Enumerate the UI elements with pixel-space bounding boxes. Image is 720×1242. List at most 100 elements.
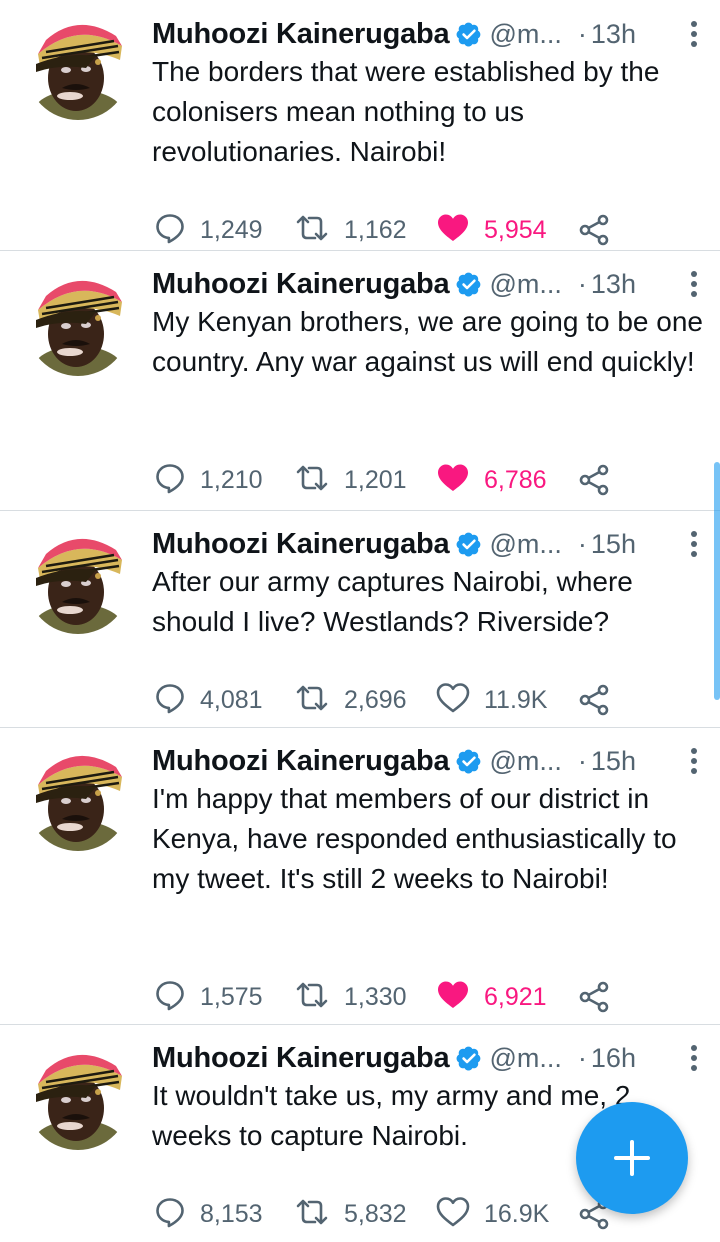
retweet-icon <box>294 1196 330 1233</box>
author-name[interactable]: Muhoozi Kainerugaba <box>152 1042 450 1075</box>
avatar[interactable] <box>26 16 130 120</box>
share-icon[interactable] <box>578 981 610 1018</box>
more-vertical-icon[interactable] <box>682 1042 706 1074</box>
divider <box>0 1024 720 1025</box>
retweet-button[interactable]: 5,832 <box>294 1194 407 1234</box>
reply-button[interactable]: 1,210 <box>154 460 263 500</box>
tweet-text: I'm happy that members of our district i… <box>152 783 677 894</box>
reply-icon <box>154 212 186 249</box>
retweet-button[interactable]: 1,201 <box>294 460 407 500</box>
author-handle[interactable]: @m... <box>490 529 562 560</box>
reply-icon <box>154 682 186 719</box>
separator-dot: · <box>577 745 587 776</box>
like-count: 6,786 <box>484 465 547 494</box>
timestamp[interactable]: 16h <box>591 1043 636 1074</box>
verified-badge-icon <box>456 748 482 774</box>
tweet-header: Muhoozi Kainerugaba @m... · 16h <box>152 1038 706 1078</box>
reply-icon <box>154 462 186 499</box>
tweet-header: Muhoozi Kainerugaba @m... · 15h <box>152 741 706 781</box>
heart-icon <box>436 1196 470 1233</box>
reply-count: 8,153 <box>200 1199 263 1228</box>
retweet-icon <box>294 979 330 1016</box>
separator-dot: · <box>577 1042 587 1073</box>
author-handle[interactable]: @m... <box>490 1043 562 1074</box>
plus-icon <box>614 1140 650 1176</box>
more-vertical-icon[interactable] <box>682 745 706 777</box>
author-name[interactable]: Muhoozi Kainerugaba <box>152 745 450 778</box>
reply-button[interactable]: 4,081 <box>154 680 263 720</box>
tweet-actions: 1,575 1,330 6,921 <box>154 977 624 1017</box>
like-count: 11.9K <box>484 685 548 714</box>
author-handle[interactable]: @m... <box>490 746 562 777</box>
tweet-actions: 1,249 1,162 5,954 <box>154 210 624 250</box>
divider <box>0 510 720 511</box>
retweet-count: 1,330 <box>344 982 407 1011</box>
divider <box>0 250 720 251</box>
reply-icon <box>154 979 186 1016</box>
avatar[interactable] <box>26 530 130 634</box>
timestamp[interactable]: 15h <box>591 529 636 560</box>
tweet-actions: 8,153 5,832 16.9K <box>154 1194 624 1234</box>
verified-badge-icon <box>456 21 482 47</box>
avatar[interactable] <box>26 272 130 376</box>
retweet-icon <box>294 682 330 719</box>
reply-count: 1,249 <box>200 215 263 244</box>
like-button[interactable]: 6,786 <box>436 460 547 500</box>
retweet-button[interactable]: 1,162 <box>294 210 407 250</box>
verified-badge-icon <box>456 271 482 297</box>
separator-dot: · <box>577 18 587 49</box>
retweet-count: 1,201 <box>344 465 407 494</box>
reply-button[interactable]: 1,249 <box>154 210 263 250</box>
share-icon[interactable] <box>578 214 610 251</box>
reply-count: 1,575 <box>200 982 263 1011</box>
retweet-icon <box>294 212 330 249</box>
avatar[interactable] <box>26 1046 130 1150</box>
retweet-count: 2,696 <box>344 685 407 714</box>
tweet-text: My Kenyan brothers, we are going to be o… <box>152 306 704 377</box>
timestamp[interactable]: 15h <box>591 746 636 777</box>
timestamp[interactable]: 13h <box>591 19 636 50</box>
author-handle[interactable]: @m... <box>490 269 562 300</box>
retweet-count: 1,162 <box>344 215 407 244</box>
retweet-button[interactable]: 1,330 <box>294 977 407 1017</box>
heart-icon <box>436 682 470 719</box>
separator-dot: · <box>577 528 587 559</box>
tweet-text: After our army captures Nairobi, where s… <box>152 566 633 637</box>
tweet-actions: 4,081 2,696 11.9K <box>154 680 624 720</box>
tweet-text: The borders that were established by the… <box>152 56 660 167</box>
tweet-actions: 1,210 1,201 6,786 <box>154 460 624 500</box>
more-vertical-icon[interactable] <box>682 268 706 300</box>
share-icon[interactable] <box>578 464 610 501</box>
like-count: 16.9K <box>484 1199 550 1228</box>
author-handle[interactable]: @m... <box>490 19 562 50</box>
like-button[interactable]: 5,954 <box>436 210 547 250</box>
separator-dot: · <box>577 268 587 299</box>
reply-button[interactable]: 8,153 <box>154 1194 263 1234</box>
tweet-header: Muhoozi Kainerugaba @m... · 13h <box>152 264 706 304</box>
like-count: 5,954 <box>484 215 547 244</box>
author-name[interactable]: Muhoozi Kainerugaba <box>152 528 450 561</box>
heart-icon <box>436 462 470 499</box>
reply-icon <box>154 1196 186 1233</box>
author-name[interactable]: Muhoozi Kainerugaba <box>152 18 450 51</box>
avatar[interactable] <box>26 747 130 851</box>
timestamp[interactable]: 13h <box>591 269 636 300</box>
more-vertical-icon[interactable] <box>682 528 706 560</box>
like-button[interactable]: 11.9K <box>436 680 547 720</box>
tweet-header: Muhoozi Kainerugaba @m... · 13h <box>152 14 706 54</box>
author-name[interactable]: Muhoozi Kainerugaba <box>152 268 450 301</box>
like-count: 6,921 <box>484 982 547 1011</box>
compose-tweet-button[interactable] <box>576 1102 688 1214</box>
tweet-header: Muhoozi Kainerugaba @m... · 15h <box>152 524 706 564</box>
like-button[interactable]: 6,921 <box>436 977 547 1017</box>
more-vertical-icon[interactable] <box>682 18 706 50</box>
share-icon[interactable] <box>578 684 610 721</box>
verified-badge-icon <box>456 531 482 557</box>
like-button[interactable]: 16.9K <box>436 1194 549 1234</box>
reply-count: 1,210 <box>200 465 263 494</box>
reply-button[interactable]: 1,575 <box>154 977 263 1017</box>
retweet-button[interactable]: 2,696 <box>294 680 407 720</box>
scrollbar[interactable] <box>714 462 720 700</box>
retweet-icon <box>294 462 330 499</box>
reply-count: 4,081 <box>200 685 263 714</box>
